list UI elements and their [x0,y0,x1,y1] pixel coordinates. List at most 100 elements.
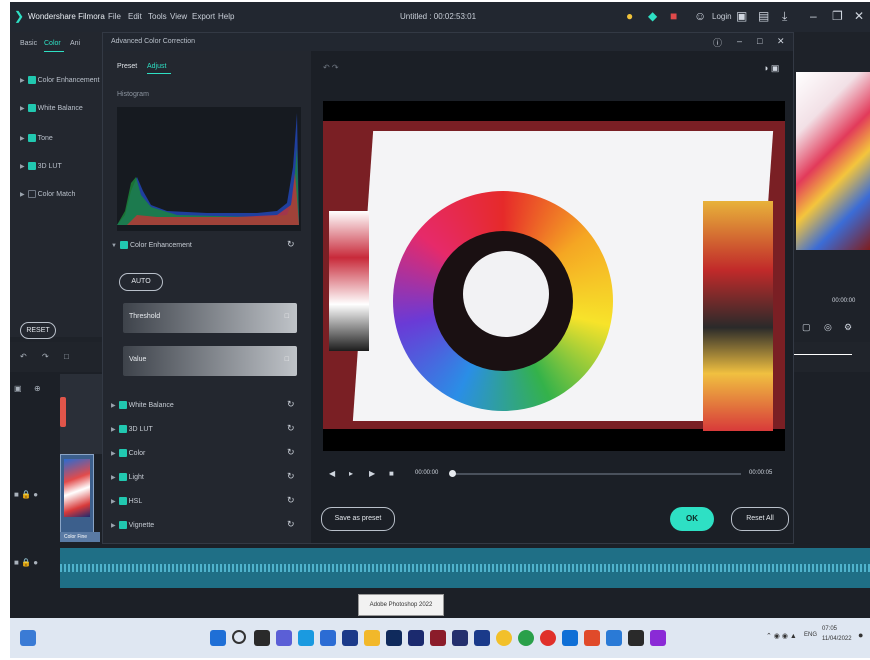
menu-edit[interactable]: Edit [128,12,142,21]
reset-icon[interactable]: ↻ [287,495,295,506]
reset-all-button[interactable]: Reset All [731,507,789,531]
tab-preset[interactable]: Preset [117,63,137,70]
reset-icon[interactable]: ↻ [287,447,295,458]
login-link[interactable]: Login [712,12,732,21]
checkbox-icon[interactable] [27,134,36,142]
reset-button[interactable]: RESET [20,322,56,339]
section-color-enhancement[interactable]: ▼ Color Enhancement [111,241,192,249]
tray-icons[interactable]: ⌃ ◉ ◉ ▲ [766,632,797,640]
app-icon-8[interactable] [540,630,556,646]
slider-handle-icon[interactable]: □ [285,356,289,363]
app-icon-7[interactable] [518,630,534,646]
app-icon-1[interactable] [320,630,336,646]
messages-icon[interactable]: ▤ [758,9,769,23]
checkbox-icon[interactable] [118,449,127,457]
menu-help[interactable]: Help [218,12,234,21]
save-as-preset-button[interactable]: Save as preset [321,507,395,531]
reset-icon[interactable]: ↻ [287,471,295,482]
section-3d-lut[interactable]: ▶ 3D LUT [111,425,153,433]
section-light[interactable]: ▶ Light [111,473,144,481]
menu-view[interactable]: View [170,12,187,21]
checkbox-icon[interactable] [27,104,36,112]
menu-tools[interactable]: Tools [148,12,167,21]
undo-redo-icon[interactable]: ↶ ↷ [323,63,339,72]
widgets-icon[interactable] [20,630,36,646]
download-icon[interactable]: ⤓ [782,9,787,24]
app-icon-2[interactable] [342,630,358,646]
reset-icon[interactable]: ↻ [287,399,295,410]
playhead-marker[interactable] [60,397,66,427]
audio-clip[interactable] [60,548,870,588]
value-slider[interactable]: Value □ [123,346,297,376]
restore-icon[interactable]: ❐ [832,9,843,23]
tab-color[interactable]: Color [44,40,61,47]
shield-icon[interactable]: ◆ [648,9,657,23]
checkbox-icon[interactable] [118,401,127,409]
item-tone[interactable]: ▶ Tone [20,134,53,142]
zoom-slider[interactable] [792,352,870,356]
checkbox-icon[interactable] [118,473,127,481]
prev-frame-icon[interactable]: ◀ [329,469,335,478]
save-icon[interactable]: ▣ [736,9,747,23]
menu-file[interactable]: File [108,12,121,21]
compare-icon[interactable]: ◑ ▣ [763,63,779,74]
edge-icon[interactable] [298,630,314,646]
dialog-minimize-icon[interactable]: – [737,36,742,46]
volume-icon[interactable]: ◎ [824,322,832,333]
notification-icon[interactable]: ● [858,630,863,640]
reset-icon[interactable]: ↻ [287,423,295,434]
dialog-maximize-icon[interactable]: □ [757,36,762,46]
start-icon[interactable] [210,630,226,646]
search-icon[interactable] [232,630,246,644]
checkbox-icon[interactable] [27,162,36,170]
app-icon-9[interactable] [562,630,578,646]
audio-track-controls-icon[interactable]: ■ 🔒 ● [14,558,64,567]
clock-date[interactable]: 11/04/2022 [822,636,852,642]
seek-bar[interactable] [449,470,741,477]
checkbox-icon[interactable] [118,425,127,433]
section-white-balance[interactable]: ▶ White Balance [111,401,174,409]
menu-export[interactable]: Export [192,12,215,21]
section-color[interactable]: ▶ Color [111,449,145,457]
auto-button[interactable]: AUTO [119,273,163,291]
file-explorer-icon[interactable] [364,630,380,646]
stop-icon[interactable]: ■ [389,469,394,478]
reset-icon[interactable]: ↻ [287,519,295,530]
task-view-icon[interactable] [254,630,270,646]
item-3d-lut[interactable]: ▶ 3D LUT [20,162,62,170]
item-color-enhancement[interactable]: ▶ Color Enhancement [20,76,100,84]
checkbox-icon[interactable] [118,497,127,505]
user-icon[interactable]: ☺ [694,9,706,23]
slider-handle-icon[interactable]: □ [285,313,289,320]
track-controls-icon[interactable]: ■ 🔒 ● [14,490,64,499]
tab-basic[interactable]: Basic [20,40,37,47]
dialog-close-icon[interactable]: ✕ [777,36,785,47]
checkbox-icon[interactable] [119,241,128,249]
play-icon[interactable]: ▶ [369,469,375,478]
app-icon-3[interactable] [408,630,424,646]
app-icon-6[interactable] [474,630,490,646]
filmora-taskbar-icon[interactable] [628,630,644,646]
chat-icon[interactable] [276,630,292,646]
clock-time[interactable]: 07:05 [822,626,837,632]
tab-animation[interactable]: Ani [70,40,80,47]
step-back-icon[interactable]: ▸ [349,469,353,478]
item-white-balance[interactable]: ▶ White Balance [20,104,83,112]
item-color-match[interactable]: ▶ Color Match [20,190,75,198]
section-hsl[interactable]: ▶ HSL [111,497,142,505]
tab-adjust[interactable]: Adjust [147,63,166,70]
app-icon-5[interactable] [452,630,468,646]
checkbox-icon[interactable] [27,190,36,198]
section-vignette[interactable]: ▶ Vignette [111,521,154,529]
settings-icon[interactable]: ⚙ [844,322,852,333]
reset-icon[interactable]: ↻ [287,239,295,250]
app-icon-10[interactable] [584,630,600,646]
checkbox-icon[interactable] [27,76,36,84]
video-clip[interactable] [60,454,94,534]
bulb-icon[interactable]: ● [626,9,633,23]
checkbox-icon[interactable] [118,521,127,529]
close-icon[interactable]: ✕ [854,9,864,23]
threshold-slider[interactable]: Threshold □ [123,303,297,333]
dialog-info-icon[interactable]: ⓘ [713,36,722,49]
gift-icon[interactable]: ■ [670,9,677,23]
